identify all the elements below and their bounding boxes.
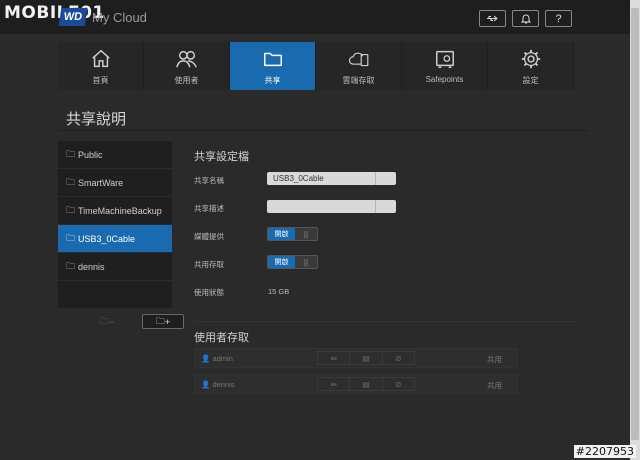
share-list: 🗀 Public 🗀 SmartWare 🗀 TimeMachineBackup 🗀 U…	[58, 141, 172, 308]
share-item-label: TimeMachineBackup	[78, 205, 162, 216]
public-access-label: 共用存取	[194, 260, 224, 269]
nav-shares[interactable]: 共享	[230, 42, 316, 90]
safe-icon	[435, 50, 454, 68]
folder-icon: 🗀	[99, 315, 109, 326]
access-user-name: admin	[212, 354, 233, 363]
media-serving-toggle[interactable]: 開啟 ||	[267, 227, 318, 241]
user-icon: 👤	[201, 354, 211, 363]
nav-users[interactable]: 使用者	[144, 42, 230, 90]
toggle-on-label: 開啟	[268, 228, 295, 240]
no-access-icon[interactable]: ⊘	[383, 378, 414, 390]
share-description-input[interactable]	[267, 200, 396, 213]
share-item-dennis[interactable]: 🗀 dennis	[58, 253, 172, 281]
users-icon	[175, 50, 197, 68]
share-description-label: 共享描述	[194, 204, 224, 213]
share-item-smartware[interactable]: 🗀 SmartWare	[58, 169, 172, 197]
user-icon: 👤	[201, 380, 211, 389]
share-item-label: SmartWare	[78, 177, 124, 188]
public-access-toggle[interactable]: 開啟 ||	[267, 255, 318, 269]
folder-icon: 🗀	[66, 148, 76, 159]
top-bar: MOBILE01 WD My Cloud ?	[0, 0, 640, 34]
add-share-button[interactable]: 🗀 +	[142, 314, 184, 329]
scrollbar-thumb[interactable]	[631, 8, 639, 440]
watermark-id: #2207953	[573, 445, 636, 458]
bell-icon[interactable]	[512, 10, 539, 27]
page-title: 共享說明	[66, 111, 127, 128]
read-only-icon[interactable]: ▤	[350, 378, 383, 390]
nav-safepoints[interactable]: Safepoints	[402, 42, 488, 90]
usb-icon[interactable]	[479, 10, 506, 27]
nav-label: Safepoints	[425, 75, 464, 84]
share-item-label: USB3_0Cable	[78, 233, 136, 244]
share-item-label: Public	[78, 149, 103, 160]
media-serving-label: 媒體提供	[194, 232, 224, 241]
permission-selector: ⇚ ▤ ⊘	[317, 351, 415, 365]
nav-label: 共享	[264, 76, 281, 85]
share-item-timemachinebackup[interactable]: 🗀 TimeMachineBackup	[58, 197, 172, 225]
access-user: 👤 dennis	[201, 380, 235, 389]
access-user-name: dennis	[212, 380, 235, 389]
toggle-handle-icon: ||	[303, 229, 309, 239]
field-divider	[375, 172, 376, 185]
share-item-usb3-0cable[interactable]: 🗀 USB3_0Cable	[58, 225, 172, 253]
divider	[58, 130, 588, 131]
folder-icon: 🗀	[66, 176, 76, 187]
share-item-public[interactable]: 🗀 Public	[58, 141, 172, 169]
cloud-device-icon	[348, 52, 368, 67]
nav-home[interactable]: 首頁	[58, 42, 144, 90]
folder-icon: 🗀	[66, 232, 76, 243]
no-access-icon[interactable]: ⊘	[383, 352, 414, 364]
folder-icon: 🗀	[66, 204, 76, 215]
share-name-label: 共享名稱	[194, 176, 224, 185]
permission-selector: ⇚ ▤ ⊘	[317, 377, 415, 391]
full-access-icon[interactable]: ⇚	[318, 378, 351, 390]
usage-label: 使用狀態	[194, 288, 224, 297]
field-divider	[375, 200, 376, 213]
add-label: +	[164, 316, 171, 327]
help-icon[interactable]: ?	[545, 10, 572, 27]
nav-cloud-access[interactable]: 雲端存取	[316, 42, 402, 90]
divider	[194, 321, 580, 322]
folder-icon: 🗀	[66, 260, 76, 271]
user-access-title: 使用者存取	[194, 332, 249, 344]
share-item-label: dennis	[78, 261, 105, 272]
main-nav: 首頁 使用者 共享 雲端存取 Safepoints 設定	[58, 42, 574, 90]
access-row-admin: 👤 admin ⇚ ▤ ⊘ 共用	[194, 348, 518, 368]
nav-settings[interactable]: 設定	[488, 42, 574, 90]
share-profile-title: 共享設定檔	[194, 151, 249, 163]
remove-share-button[interactable]: 🗀 −	[86, 314, 128, 329]
access-state: 共用	[487, 355, 502, 364]
access-row-dennis: 👤 dennis ⇚ ▤ ⊘ 共用	[194, 374, 518, 394]
usage-value: 15 GB	[268, 287, 290, 296]
product-name: My Cloud	[92, 10, 147, 25]
share-name-input[interactable]: USB3_0Cable	[267, 172, 396, 185]
access-user: 👤 admin	[201, 354, 233, 363]
nav-label: 使用者	[174, 76, 199, 85]
folder-icon	[263, 52, 282, 67]
full-access-icon[interactable]: ⇚	[318, 352, 351, 364]
access-state: 共用	[487, 381, 502, 390]
toggle-handle-icon: ||	[303, 257, 309, 267]
header-icons: ?	[479, 10, 572, 27]
read-only-icon[interactable]: ▤	[350, 352, 383, 364]
folder-icon: 🗀	[155, 315, 165, 326]
remove-label: −	[108, 316, 115, 327]
nav-label: 設定	[522, 76, 539, 85]
wd-logo[interactable]: WD	[58, 8, 88, 26]
scrollbar[interactable]	[630, 0, 640, 460]
home-icon	[91, 49, 110, 68]
nav-label: 首頁	[92, 76, 109, 85]
share-name-value: USB3_0Cable	[273, 174, 324, 183]
watermark-logo: MOBILE01	[4, 3, 105, 23]
nav-label: 雲端存取	[342, 76, 375, 85]
toggle-on-label: 開啟	[268, 256, 295, 268]
share-list-actions: 🗀 − 🗀 +	[86, 314, 184, 329]
gear-icon	[521, 49, 540, 69]
